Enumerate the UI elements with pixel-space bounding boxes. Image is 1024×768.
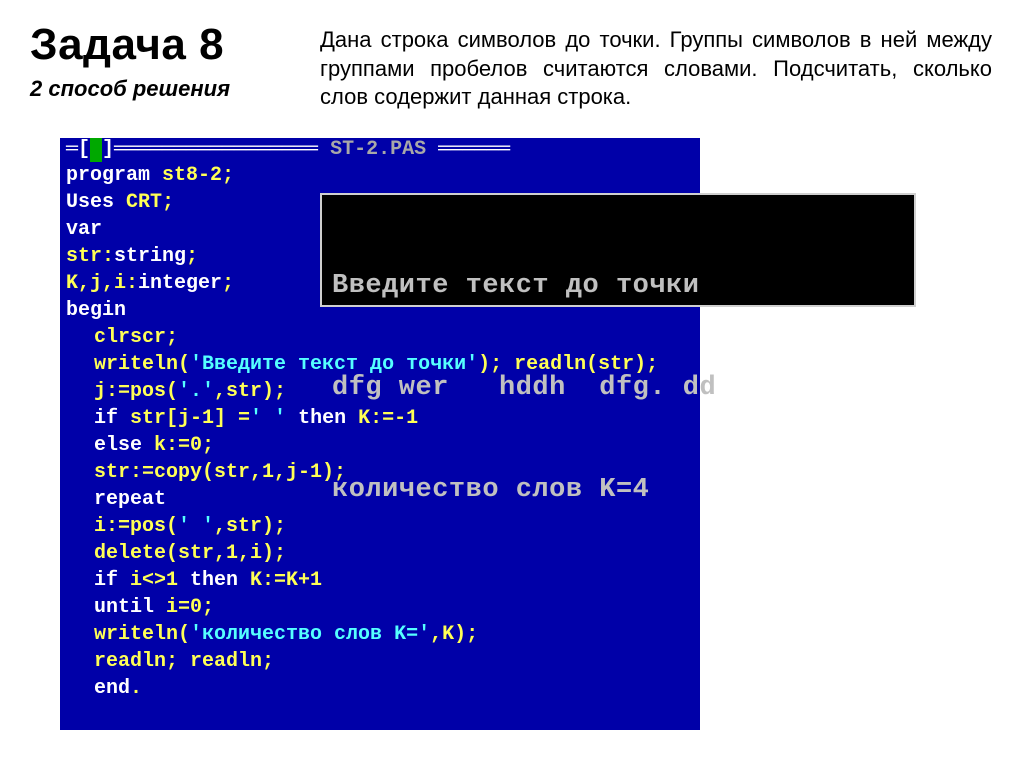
code-line: delete(str,1,i);: [66, 540, 694, 567]
task-subtitle: 2 способ решения: [30, 76, 310, 102]
code-line: writeln('количество слов K=',K);: [66, 621, 694, 648]
code-line: program st8-2;: [66, 162, 694, 189]
slide-header: Задача 8 2 способ решения Дана строка си…: [0, 0, 1024, 112]
console-output: Введите текст до точки dfg wer hddh dfg.…: [320, 193, 916, 307]
task-title: Задача 8: [30, 20, 310, 70]
ide-titlebar: ═[ ]═════════════════ ST-2.PAS ══════: [66, 138, 694, 162]
code-line: end.: [66, 675, 694, 702]
code-line: until i=0;: [66, 594, 694, 621]
console-line: количество слов K=4: [332, 473, 904, 507]
ide-filename: ST-2.PAS: [330, 138, 426, 161]
console-line: dfg wer hddh dfg. dd: [332, 371, 904, 405]
code-line: if i<>1 then K:=K+1: [66, 567, 694, 594]
console-line: Введите текст до точки: [332, 269, 904, 303]
code-line: readln; readln;: [66, 648, 694, 675]
task-description: Дана строка символов до точки. Группы си…: [320, 26, 992, 112]
title-block: Задача 8 2 способ решения: [30, 20, 310, 102]
